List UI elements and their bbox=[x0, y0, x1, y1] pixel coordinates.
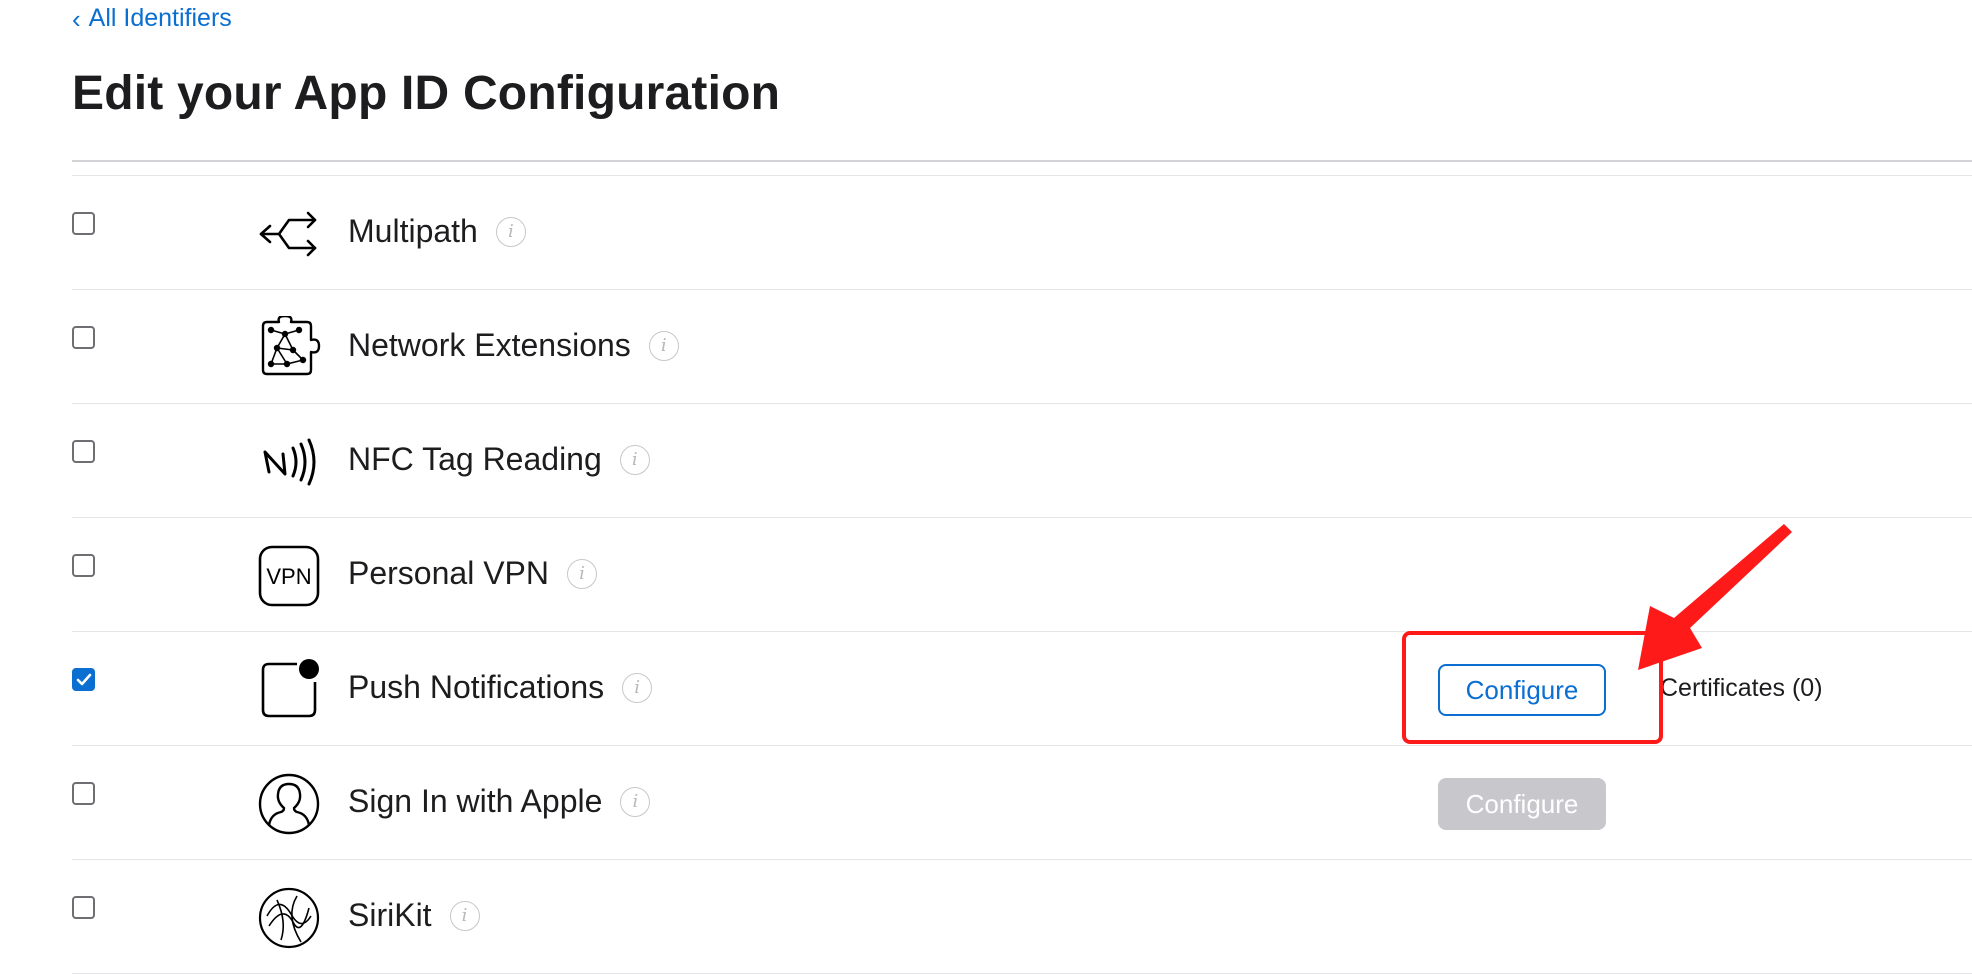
info-icon[interactable]: i bbox=[622, 672, 653, 703]
capability-row-sirikit: SiriKit i bbox=[72, 860, 1972, 974]
info-icon[interactable]: i bbox=[566, 558, 597, 589]
capability-checkbox-personal-vpn[interactable] bbox=[72, 554, 95, 577]
capability-label: Personal VPN i bbox=[348, 555, 597, 592]
info-icon[interactable]: i bbox=[648, 330, 679, 361]
capability-row-multipath: Multipath i bbox=[72, 176, 1972, 290]
capability-label: Network Extensions i bbox=[348, 327, 679, 364]
multipath-arrows-icon bbox=[257, 202, 321, 266]
page-title: Edit your App ID Configuration bbox=[72, 67, 781, 120]
nfc-icon bbox=[257, 430, 321, 494]
person-icon bbox=[257, 772, 321, 836]
vpn-icon-text: VPN bbox=[266, 564, 311, 589]
certificates-count: Certificates (0) bbox=[1660, 674, 1823, 702]
capability-row-network-extensions: Network Extensions i bbox=[72, 290, 1972, 404]
vpn-icon: VPN bbox=[257, 544, 321, 608]
capability-name: NFC Tag Reading bbox=[348, 441, 602, 477]
siri-icon bbox=[257, 886, 321, 950]
capability-label: SiriKit i bbox=[348, 897, 480, 934]
back-link-label: All Identifiers bbox=[88, 4, 232, 32]
capability-label: NFC Tag Reading i bbox=[348, 441, 650, 478]
annotation-arrow-icon bbox=[1638, 524, 1792, 670]
capability-name: Sign In with Apple bbox=[348, 783, 603, 819]
checkmark-icon bbox=[76, 673, 91, 685]
capability-label: Sign In with Apple i bbox=[348, 783, 651, 820]
capability-name: SiriKit bbox=[348, 897, 432, 933]
capability-checkbox-network-extensions[interactable] bbox=[72, 326, 95, 349]
configure-button-sign-in-with-apple: Configure bbox=[1438, 778, 1606, 830]
capability-checkbox-push-notifications[interactable] bbox=[72, 668, 95, 691]
capability-label: Push Notifications i bbox=[348, 669, 653, 706]
info-icon[interactable]: i bbox=[619, 444, 650, 475]
capability-checkbox-nfc[interactable] bbox=[72, 440, 95, 463]
network-extensions-icon bbox=[257, 316, 321, 380]
capability-name: Multipath bbox=[348, 213, 478, 249]
header-divider bbox=[72, 160, 1972, 162]
capability-name: Network Extensions bbox=[348, 327, 631, 363]
capability-name: Push Notifications bbox=[348, 669, 605, 705]
info-icon[interactable]: i bbox=[495, 216, 526, 247]
capability-checkbox-multipath[interactable] bbox=[72, 212, 95, 235]
push-notifications-icon bbox=[257, 658, 321, 722]
capability-row-sign-in-with-apple: Sign In with Apple i Configure bbox=[72, 746, 1972, 860]
back-link-all-identifiers[interactable]: ‹ All Identifiers bbox=[72, 4, 232, 33]
capability-row-nfc: NFC Tag Reading i bbox=[72, 404, 1972, 518]
info-icon[interactable]: i bbox=[449, 900, 480, 931]
chevron-left-icon: ‹ bbox=[72, 3, 81, 34]
capability-checkbox-sirikit[interactable] bbox=[72, 896, 95, 919]
capability-checkbox-sign-in-with-apple[interactable] bbox=[72, 782, 95, 805]
capability-label: Multipath i bbox=[348, 213, 526, 250]
capability-name: Personal VPN bbox=[348, 555, 549, 591]
info-icon[interactable]: i bbox=[620, 786, 651, 817]
